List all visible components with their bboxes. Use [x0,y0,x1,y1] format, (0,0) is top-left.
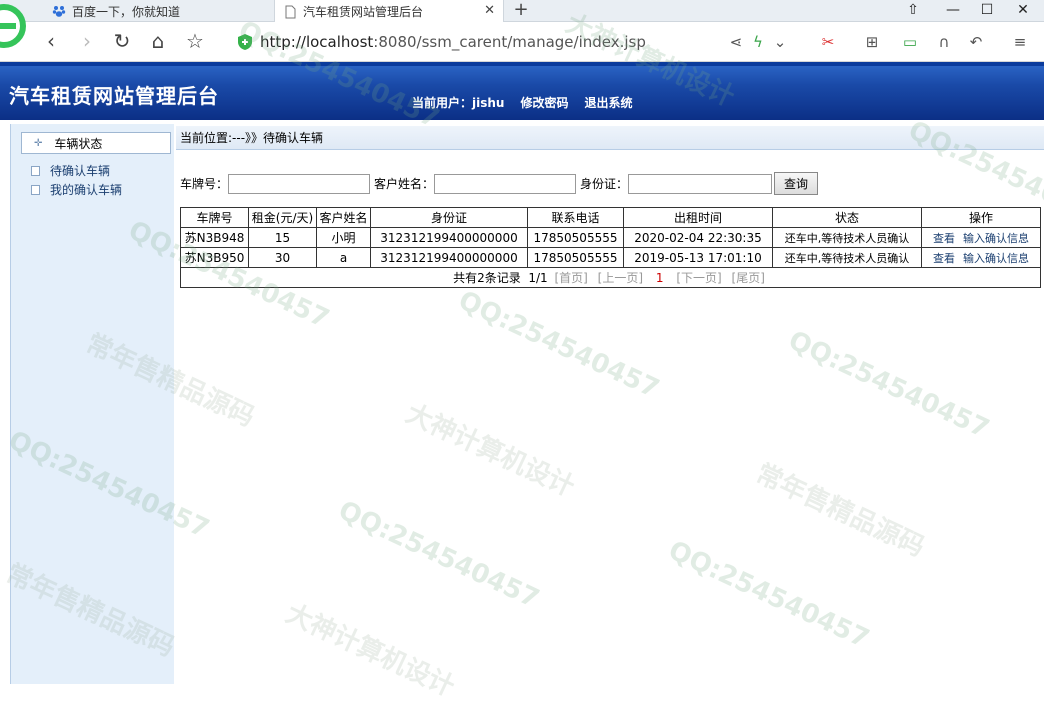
actions-cell: 查看 输入确认信息 [921,227,1041,248]
url-path: :8080/ssm_carent/manage/index.jsp [373,33,646,51]
idcard-label: 身份证： [580,177,629,191]
phone-cell: 17850505555 [527,227,624,248]
customer-label: 客户姓名： [374,177,435,191]
headphones-icon[interactable]: ∩ [934,32,954,52]
user-links: 当前用户：jishu 修改密码 退出系统 [412,94,649,111]
breadcrumb: 当前位置:---》》待确认车辆 [176,126,1044,150]
url-host: http://localhost [260,33,374,51]
change-password-link[interactable]: 修改密码 [520,94,568,111]
column-header: 操作 [921,207,1041,228]
last-page-link[interactable]: [尾页] [732,271,765,285]
battery-icon[interactable]: ▭ [900,32,920,52]
menu-icon[interactable]: ≡ [1010,32,1030,52]
customer-cell: a [316,247,371,268]
secure-shield-icon [238,34,252,50]
grid-icon[interactable]: ⊞ [862,32,882,52]
sidebar-group-vehicle-status[interactable]: ✛ 车辆状态 [21,132,171,154]
url-input[interactable]: http://localhost:8080/ssm_carent/manage/… [238,28,718,56]
page-icon [285,5,296,18]
scissors-icon[interactable]: ✂ [818,32,838,52]
forward-icon[interactable]: › [74,29,100,55]
column-header: 租金(元/天) [248,207,317,228]
site-title: 汽车租赁网站管理后台 [9,84,219,108]
column-header: 车牌号 [180,207,249,228]
sidebar-item-my-confirmed[interactable]: 我的确认车辆 [31,181,122,198]
new-tab-button[interactable]: + [510,0,532,22]
minimize-button[interactable]: — [938,0,968,22]
pager: 共有2条记录 1/1 [首页] [上一页] 1 [下一页] [尾页] [180,267,1041,288]
current-user-label: 当前用户：jishu [412,96,505,110]
browser-tab-bar: 百度一下，你就知道 汽车租赁网站管理后台 ✕ + ⇧ — ☐ ✕ [0,0,1044,23]
column-header: 身份证 [370,207,528,228]
status-cell: 还车中,等待技术人员确认 [772,247,922,268]
close-tab-icon[interactable]: ✕ [484,3,495,18]
column-header: 联系电话 [527,207,624,228]
rent-cell: 30 [248,247,317,268]
search-form: 车牌号： 客户姓名： 身份证： 查询 [180,172,819,195]
plate-cell: 苏N3B948 [180,227,249,248]
refresh-icon[interactable]: ↻ [109,29,135,55]
pin-icon[interactable]: ⇧ [898,0,928,22]
share-icon[interactable]: ⋖ [726,32,746,52]
prev-page-link[interactable]: [上一页] [598,271,643,285]
tab-baidu[interactable]: 百度一下，你就知道 [48,0,270,22]
chevron-down-icon[interactable]: ⌄ [770,32,790,52]
pager-row: 共有2条记录 1/1 [首页] [上一页] 1 [下一页] [尾页] [180,267,1041,288]
customer-cell: 小明 [316,227,371,248]
main-content: 当前位置:---》》待确认车辆 车牌号： 客户姓名： 身份证： 查询 车牌号 租… [176,124,1044,684]
pager-summary: 共有2条记录 1/1 [453,271,548,285]
status-cell: 还车中,等待技术人员确认 [772,227,922,248]
favorite-star-icon[interactable]: ☆ [182,29,208,55]
address-bar: ‹ › ↻ ⌂ ☆ http://localhost:8080/ssm_care… [0,22,1044,62]
column-header: 出租时间 [623,207,773,228]
plate-label: 车牌号： [180,177,229,191]
site-header: 汽车租赁网站管理后台 当前用户：jishu 修改密码 退出系统 [0,62,1044,120]
actions-cell: 查看 输入确认信息 [921,247,1041,268]
rent-time-cell: 2019-05-13 17:01:10 [623,247,773,268]
tab-admin[interactable]: 汽车租赁网站管理后台 ✕ [274,0,504,23]
column-header: 状态 [772,207,922,228]
sidebar-item-label: 我的确认车辆 [50,183,123,197]
idcard-cell: 312312199400000000 [370,247,528,268]
document-icon [31,165,40,176]
sidebar-item-label: 待确认车辆 [50,164,111,178]
search-button[interactable]: 查询 [774,172,819,195]
maximize-button[interactable]: ☐ [972,0,1002,22]
view-link[interactable]: 查看 [933,252,955,265]
rental-table: 车牌号 租金(元/天) 客户姓名 身份证 联系电话 出租时间 状态 操作 苏N3… [180,207,1041,288]
column-header: 客户姓名 [316,207,371,228]
customer-name-input[interactable] [434,173,577,194]
confirm-info-link[interactable]: 输入确认信息 [963,252,1029,265]
phone-cell: 17850505555 [527,247,624,268]
logout-link[interactable]: 退出系统 [584,94,632,111]
back-icon[interactable]: ‹ [38,29,64,55]
table-header-row: 车牌号 租金(元/天) 客户姓名 身份证 联系电话 出租时间 状态 操作 [180,207,1041,228]
tab-label: 百度一下，你就知道 [72,4,181,19]
baidu-paw-icon [52,6,66,17]
plate-cell: 苏N3B950 [180,247,249,268]
expand-icon: ✛ [34,137,43,149]
close-window-button[interactable]: ✕ [1008,0,1038,22]
undo-icon[interactable]: ↶ [966,32,986,52]
lightning-icon[interactable]: ϟ [748,32,768,52]
rent-time-cell: 2020-02-04 22:30:35 [623,227,773,248]
current-page-link[interactable]: 1 [656,271,664,285]
first-page-link[interactable]: [首页] [554,271,587,285]
sidebar: ✛ 车辆状态 待确认车辆 我的确认车辆 [10,124,174,684]
next-page-link[interactable]: [下一页] [676,271,721,285]
view-link[interactable]: 查看 [933,232,955,245]
document-icon [31,184,40,195]
idcard-cell: 312312199400000000 [370,227,528,248]
sidebar-item-pending[interactable]: 待确认车辆 [31,162,110,179]
idcard-input[interactable] [628,173,773,194]
plate-input[interactable] [228,173,371,194]
sidebar-group-label: 车辆状态 [54,136,103,151]
table-row: 苏N3B950 30 a 312312199400000000 17850505… [180,247,1041,268]
tab-label: 汽车租赁网站管理后台 [303,5,424,19]
home-icon[interactable]: ⌂ [145,29,171,55]
confirm-info-link[interactable]: 输入确认信息 [963,232,1029,245]
rent-cell: 15 [248,227,317,248]
table-row: 苏N3B948 15 小明 312312199400000000 1785050… [180,227,1041,248]
